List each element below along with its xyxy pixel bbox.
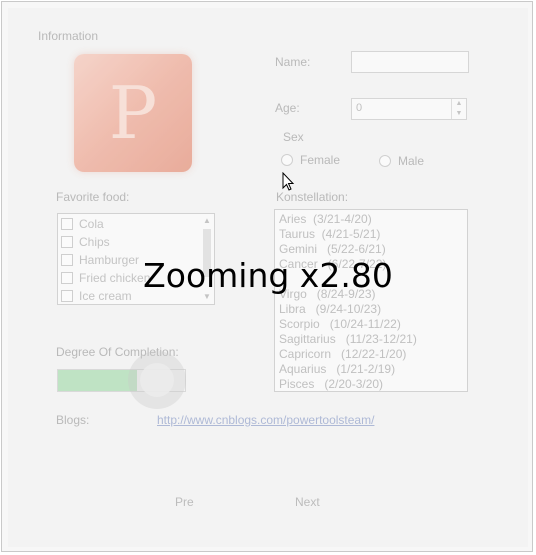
- spin-down-icon[interactable]: ▼: [452, 109, 466, 119]
- pre-button[interactable]: Pre: [175, 495, 194, 509]
- radio-female[interactable]: Female: [281, 153, 340, 167]
- list-item[interactable]: Cola: [61, 215, 104, 233]
- sex-label: Sex: [283, 130, 304, 144]
- list-item[interactable]: Pisces (2/20-3/20): [279, 377, 383, 391]
- radio-female-label: Female: [300, 153, 341, 167]
- list-item[interactable]: Chips: [61, 233, 110, 251]
- age-value: 0: [356, 102, 363, 114]
- app-logo: P: [74, 54, 192, 172]
- mouse-pointer-icon: [282, 172, 295, 191]
- list-item[interactable]: Taurus (4/21-5/21): [279, 227, 380, 241]
- zoom-overlay-text: Zooming x2.80: [143, 256, 393, 295]
- name-input[interactable]: [351, 51, 469, 73]
- name-label: Name:: [275, 55, 311, 69]
- list-item[interactable]: Aquarius (1/21-2/19): [279, 362, 395, 376]
- blogs-label: Blogs:: [56, 413, 90, 427]
- constellation-list[interactable]: Aries (3/21-4/20) Taurus (4/21-5/21) Gem…: [274, 209, 468, 392]
- checkbox-icon[interactable]: [61, 236, 73, 248]
- favorite-food-label: Favorite food:: [56, 190, 130, 204]
- list-item[interactable]: Gemini (5/22-6/21): [279, 242, 386, 256]
- radio-male-label: Male: [398, 154, 425, 168]
- radio-male[interactable]: Male: [379, 154, 424, 168]
- radio-circle-icon[interactable]: [379, 155, 391, 167]
- list-item-label: Chips: [79, 235, 110, 249]
- group-title: Information: [38, 29, 99, 43]
- age-stepper[interactable]: 0 ▲ ▼: [351, 98, 467, 120]
- age-label: Age:: [275, 101, 300, 115]
- scroll-up-icon[interactable]: ▲: [201, 215, 213, 227]
- constellation-label: Konstellation:: [276, 190, 349, 204]
- list-item[interactable]: Capricorn (12/22-1/20): [279, 347, 406, 361]
- spin-up-icon[interactable]: ▲: [452, 99, 466, 109]
- next-button[interactable]: Next: [295, 495, 320, 509]
- age-spin-buttons[interactable]: ▲ ▼: [451, 99, 466, 119]
- click-highlight-icon: [128, 351, 186, 409]
- blog-link[interactable]: http://www.cnblogs.com/powertoolsteam/: [157, 413, 374, 427]
- list-item-label: Cola: [79, 217, 104, 231]
- checkbox-icon[interactable]: [61, 218, 73, 230]
- progress-fill: [58, 370, 137, 391]
- radio-circle-icon[interactable]: [281, 154, 293, 166]
- list-item[interactable]: Libra (9/24-10/23): [279, 302, 381, 316]
- list-item[interactable]: Aries (3/21-4/20): [279, 212, 372, 226]
- list-item[interactable]: Scorpio (10/24-11/22): [279, 317, 401, 331]
- logo-glyph-icon: P: [108, 71, 158, 155]
- list-item[interactable]: Sagittarius (11/23-12/21): [279, 332, 417, 346]
